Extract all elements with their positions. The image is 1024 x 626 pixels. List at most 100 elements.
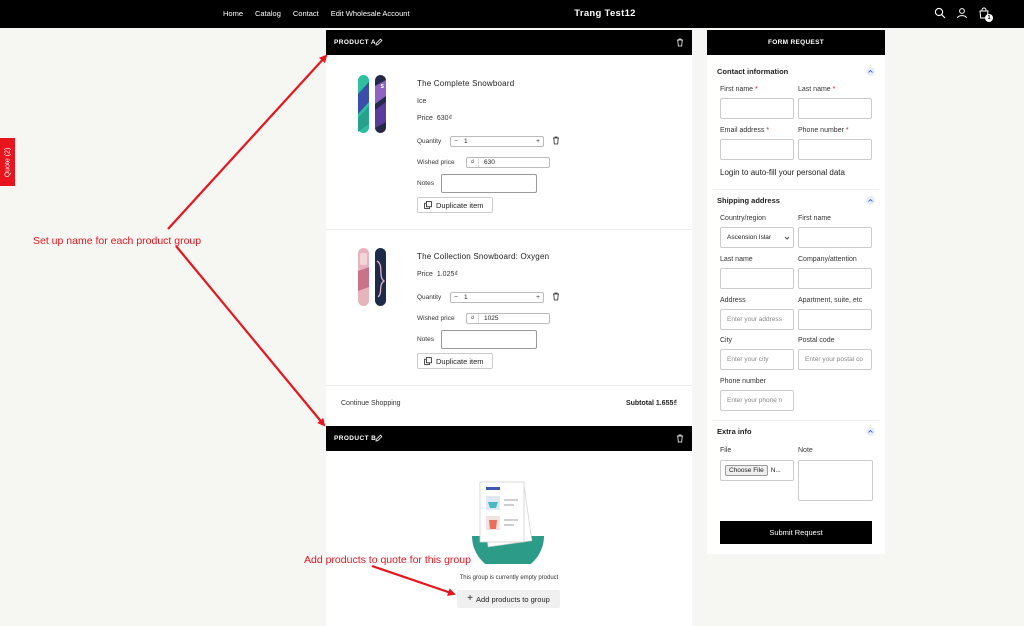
city-input[interactable]: Enter your city <box>720 349 794 370</box>
shipping-first-name-input[interactable] <box>798 227 872 248</box>
chevron-up-icon <box>868 429 873 433</box>
arrow-to-product-a <box>167 54 328 230</box>
section-divider <box>713 189 879 190</box>
quantity-value[interactable]: 1 <box>461 138 533 145</box>
account-icon[interactable] <box>956 7 968 19</box>
cart-button[interactable]: 1 <box>978 7 993 22</box>
quantity-increment[interactable]: + <box>533 138 543 145</box>
duplicate-item-label: Duplicate item <box>436 200 484 210</box>
postal-code-input[interactable]: Enter your postal co <box>798 349 872 370</box>
duplicate-item-label: Duplicate item <box>436 356 484 366</box>
phone-input[interactable] <box>798 139 872 160</box>
first-name-label: First name * <box>720 86 758 93</box>
continue-shopping-link[interactable]: Continue Shopping <box>341 400 401 407</box>
apartment-input[interactable] <box>798 309 872 330</box>
product-name[interactable]: The Complete Snowboard <box>417 79 514 88</box>
form-title: FORM REQUEST <box>707 30 885 55</box>
notes-label: Notes <box>417 336 434 343</box>
duplicate-item-button[interactable]: Duplicate item <box>417 353 493 369</box>
wished-price-value: 1025 <box>484 315 499 322</box>
wished-price-input[interactable]: ₫ 1025 <box>466 313 550 324</box>
item-divider <box>326 385 692 386</box>
top-navigation-bar: Home Catalog Contact Edit Wholesale Acco… <box>0 0 1024 28</box>
form-request-panel: FORM REQUEST Contact information First n… <box>707 30 885 554</box>
group-name[interactable]: PRODUCT A <box>334 39 376 46</box>
empty-group-illustration <box>472 481 544 564</box>
notes-textarea[interactable] <box>441 174 537 193</box>
currency-symbol: ₫ <box>467 158 479 167</box>
address-label: Address <box>720 297 746 304</box>
notes-label: Notes <box>417 180 434 187</box>
chevron-down-icon <box>784 236 790 240</box>
last-name-label: Last name * <box>798 86 836 93</box>
price-label: Price <box>417 271 433 278</box>
quantity-label: Quantity <box>417 294 442 301</box>
quote-tab-label: Quote (2) <box>4 147 12 177</box>
search-icon[interactable] <box>934 7 946 19</box>
shipping-section-title[interactable]: Shipping address <box>717 196 780 205</box>
country-select[interactable]: Ascension Islar <box>720 227 794 248</box>
company-input[interactable] <box>798 268 872 289</box>
quote-tab[interactable]: Quote (2) <box>0 138 15 186</box>
duplicate-item-button[interactable]: Duplicate item <box>417 197 493 213</box>
quote-item: S The Complete Snowboard Ice Price 630₫ … <box>326 55 692 230</box>
copy-icon <box>424 201 432 209</box>
add-products-label: Add products to group <box>476 594 550 604</box>
collapse-shipping-button[interactable] <box>866 196 875 205</box>
quantity-decrement[interactable]: − <box>451 294 461 301</box>
note-textarea[interactable] <box>798 460 873 501</box>
quantity-decrement[interactable]: − <box>451 138 461 145</box>
chevron-up-icon <box>868 198 873 202</box>
pencil-icon[interactable] <box>375 38 383 46</box>
email-label: Email address * <box>720 127 770 134</box>
contact-section-title[interactable]: Contact information <box>717 67 788 76</box>
svg-text:S: S <box>381 84 385 90</box>
wished-price-value: 630 <box>484 159 495 166</box>
wished-price-label: Wished price <box>417 315 455 322</box>
empty-group-message: This group is currently empty product <box>459 575 559 581</box>
header-icons: 1 <box>934 7 993 22</box>
group-name[interactable]: PRODUCT B <box>334 435 376 442</box>
delete-group-icon[interactable] <box>676 38 684 47</box>
wished-price-input[interactable]: ₫ 630 <box>466 157 550 168</box>
product-variant: Ice <box>417 98 427 105</box>
file-label: File <box>720 447 732 454</box>
delete-group-icon[interactable] <box>676 434 684 443</box>
remove-item-icon[interactable] <box>552 292 560 301</box>
quote-groups-panel: PRODUCT A S The Complete Snowboard Ice P… <box>326 30 692 626</box>
product-name[interactable]: The Collection Snowboard: Oxygen <box>417 252 549 261</box>
pencil-icon[interactable] <box>375 434 383 442</box>
collapse-extra-info-button[interactable] <box>866 427 875 436</box>
quantity-increment[interactable]: + <box>533 294 543 301</box>
first-name-input[interactable] <box>720 98 794 119</box>
quantity-label: Quantity <box>417 138 442 145</box>
store-title[interactable]: Trang Test12 <box>0 8 1024 19</box>
plus-icon: + <box>467 593 474 604</box>
postal-code-label: Postal code <box>798 337 835 344</box>
city-label: City <box>720 337 733 344</box>
wished-price-label: Wished price <box>417 159 455 166</box>
login-autofill-link[interactable]: Login to auto-fill your personal data <box>720 168 845 177</box>
group-subtotal: Subtotal 1.655₫ <box>625 400 677 407</box>
remove-item-icon[interactable] <box>552 136 560 145</box>
notes-textarea[interactable] <box>441 330 537 349</box>
choose-file-button[interactable]: Choose File <box>725 465 768 476</box>
address-input[interactable]: Enter your address <box>720 309 794 330</box>
shipping-first-name-label: First name <box>798 215 832 222</box>
file-input[interactable]: Choose File N... <box>720 460 794 481</box>
snowboard-image: S <box>358 75 386 133</box>
copy-icon <box>424 357 432 365</box>
quantity-stepper[interactable]: − 1 + <box>450 292 544 303</box>
company-label: Company/attention <box>798 256 857 263</box>
quantity-stepper[interactable]: − 1 + <box>450 136 544 147</box>
add-products-to-group-button[interactable]: + Add products to group <box>457 590 560 608</box>
submit-request-button[interactable]: Submit Request <box>720 521 872 544</box>
last-name-input[interactable] <box>798 98 872 119</box>
collapse-contact-button[interactable] <box>866 67 875 76</box>
chevron-up-icon <box>868 69 873 73</box>
quantity-value[interactable]: 1 <box>461 294 533 301</box>
extra-info-section-title[interactable]: Extra info <box>717 427 752 436</box>
shipping-phone-input[interactable]: Enter your phone n <box>720 390 794 411</box>
shipping-last-name-input[interactable] <box>720 268 794 289</box>
email-input[interactable] <box>720 139 794 160</box>
